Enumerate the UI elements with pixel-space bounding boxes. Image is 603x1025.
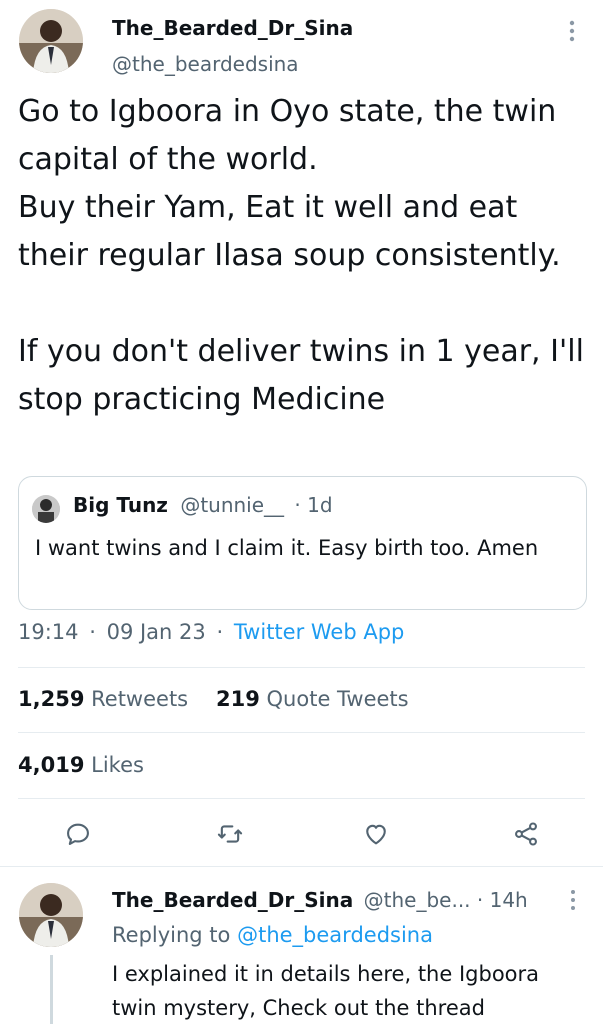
quote-avatar xyxy=(32,495,60,523)
reply-icon[interactable] xyxy=(62,818,94,850)
thread-line xyxy=(50,955,53,1024)
more-vertical-icon[interactable] xyxy=(566,888,580,912)
quote-tweets-stat[interactable]: 219 Quote Tweets xyxy=(216,687,409,711)
quote-text: I want twins and I claim it. Easy birth … xyxy=(35,536,539,560)
divider xyxy=(18,667,585,668)
replying-to: Replying to @the_beardedsina xyxy=(112,923,433,947)
author-avatar[interactable] xyxy=(19,9,83,73)
divider xyxy=(18,732,585,733)
tweet-meta: 19:14 · 09 Jan 23 · Twitter Web App xyxy=(18,620,404,644)
share-icon[interactable] xyxy=(510,818,542,850)
meta-separator: · xyxy=(216,620,224,644)
avatar-photo xyxy=(19,883,83,947)
quote-tweets-label: Quote Tweets xyxy=(266,687,409,711)
likes-count: 4,019 xyxy=(18,753,85,777)
quoted-tweet-card[interactable]: Big Tunz @tunnie__ · 1d I want twins and… xyxy=(18,476,587,610)
tweet-date[interactable]: 09 Jan 23 xyxy=(107,620,206,644)
likes-stat[interactable]: 4,019 Likes xyxy=(18,753,144,777)
tweet-time[interactable]: 19:14 xyxy=(18,620,79,644)
retweets-stat[interactable]: 1,259 Retweets xyxy=(18,687,188,711)
reply-handle-time: @the_be... · 14h xyxy=(363,888,528,912)
reply-display-name[interactable]: The_Bearded_Dr_Sina xyxy=(112,888,353,912)
author-display-name[interactable]: The_Bearded_Dr_Sina xyxy=(112,16,353,40)
replying-to-handle[interactable]: @the_beardedsina xyxy=(237,923,433,947)
quote-display-name: Big Tunz xyxy=(73,493,168,517)
like-icon[interactable] xyxy=(360,818,392,850)
reply-author-avatar[interactable] xyxy=(19,883,83,947)
reply-text: I explained it in details here, the Igbo… xyxy=(112,962,540,1020)
retweets-label: Retweets xyxy=(91,687,189,711)
quote-tweets-count: 219 xyxy=(216,687,260,711)
retweet-icon[interactable] xyxy=(214,818,246,850)
tweet-source-link[interactable]: Twitter Web App xyxy=(234,620,405,644)
more-vertical-icon[interactable] xyxy=(564,18,580,44)
avatar-photo xyxy=(19,9,83,73)
quote-time: · 1d xyxy=(294,493,333,517)
likes-label: Likes xyxy=(91,753,144,777)
meta-separator: · xyxy=(89,620,96,644)
author-handle[interactable]: @the_beardedsina xyxy=(112,52,299,76)
quote-handle: @tunnie__ xyxy=(180,493,285,517)
retweets-count: 1,259 xyxy=(18,687,85,711)
tweet-text: Go to Igboora in Oyo state, the twin cap… xyxy=(18,94,584,417)
divider xyxy=(18,798,585,799)
replying-to-prefix: Replying to xyxy=(112,923,231,947)
divider xyxy=(0,866,603,867)
